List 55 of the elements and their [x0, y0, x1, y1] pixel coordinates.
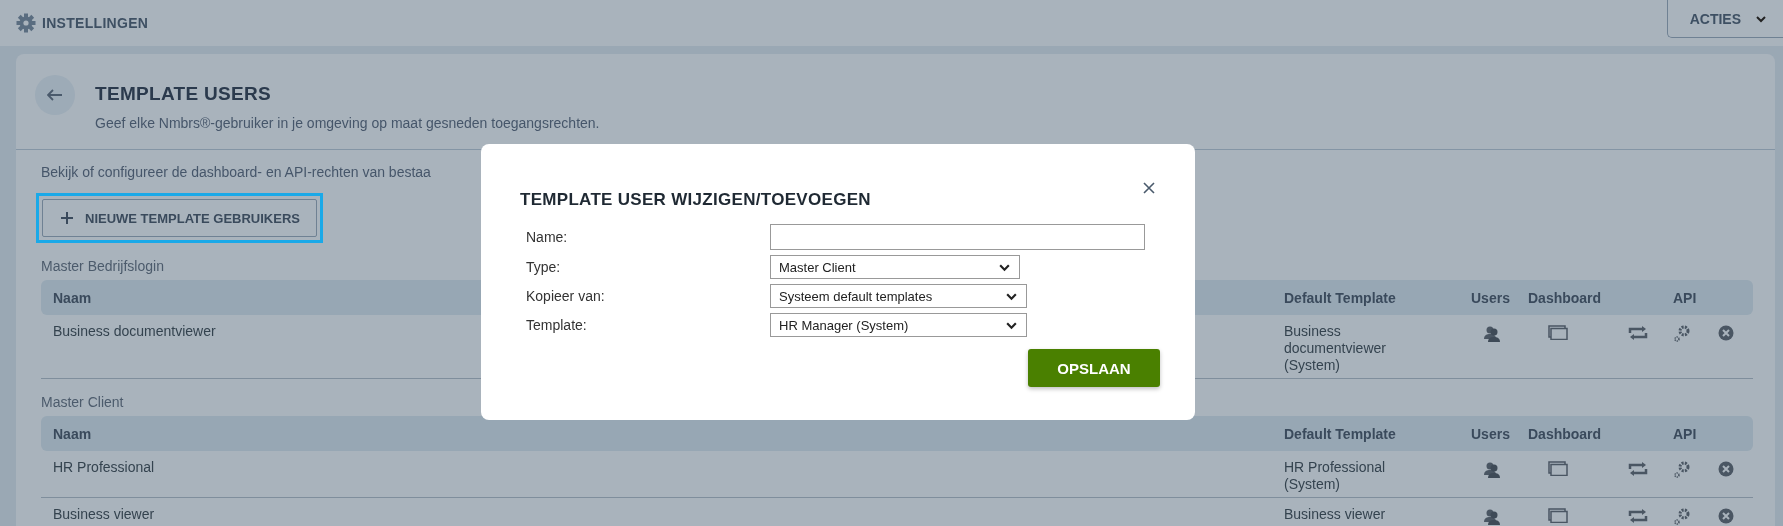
delete-icon[interactable] — [1718, 508, 1734, 524]
back-button[interactable] — [35, 75, 75, 115]
field-label: Name: — [525, 229, 569, 245]
gears-icon[interactable] — [1673, 461, 1691, 479]
users-icon[interactable] — [1483, 461, 1501, 479]
delete-icon[interactable] — [1718, 461, 1734, 477]
gears-icon[interactable] — [1673, 325, 1691, 343]
table-cell: HR Professional — [53, 459, 155, 475]
field-label: Kopieer van: — [525, 288, 606, 304]
windows-icon[interactable] — [1548, 508, 1568, 523]
windows-icon[interactable] — [1548, 325, 1568, 340]
field-label: Type: — [525, 259, 562, 275]
users-icon[interactable] — [1483, 325, 1501, 343]
column-header: Naam — [53, 289, 92, 306]
column-header: Default Template — [1284, 289, 1396, 306]
back-arrow-icon — [47, 89, 63, 101]
dropdown[interactable]: Systeem default templates — [770, 284, 1027, 308]
group-title: Master Client — [41, 394, 124, 410]
dialog-title: TEMPLATE USER WIJZIGEN/TOEVOEGEN — [520, 190, 871, 210]
name-field[interactable] — [770, 224, 1145, 250]
dropdown[interactable]: Master Client — [770, 255, 1020, 279]
repeat-icon[interactable] — [1628, 325, 1648, 341]
close-icon — [1143, 182, 1155, 194]
repeat-icon[interactable] — [1628, 508, 1648, 524]
table-cell: Business viewer — [53, 506, 155, 522]
intro-text: Bekijk of configureer de dashboard- en API-rechten van bestaa — [41, 164, 432, 180]
group-title: Master Bedrijfslogin — [41, 258, 164, 274]
column-header: API — [1673, 289, 1697, 306]
settings-icon — [16, 13, 36, 33]
column-header: Users — [1471, 425, 1510, 442]
column-header: Dashboard — [1528, 425, 1602, 442]
close-button[interactable] — [1143, 182, 1155, 194]
field-label: Template: — [525, 317, 588, 333]
column-header: Dashboard — [1528, 289, 1602, 306]
save-button[interactable]: OPSLAAN — [1028, 349, 1160, 387]
column-header: Users — [1471, 289, 1510, 306]
column-header: API — [1673, 425, 1697, 442]
table-cell: HR Professional (System) — [1284, 459, 1386, 492]
table-cell: Business documentviewer — [53, 323, 216, 339]
new-template-button[interactable]: NIEUWE TEMPLATE GEBRUIKERS — [42, 199, 317, 237]
windows-icon[interactable] — [1548, 461, 1568, 476]
repeat-icon[interactable] — [1628, 461, 1648, 477]
delete-icon[interactable] — [1718, 325, 1734, 341]
column-header: Default Template — [1284, 425, 1396, 442]
gears-icon[interactable] — [1673, 508, 1691, 526]
users-icon[interactable] — [1483, 508, 1501, 526]
table-cell: Business documentviewer (System) — [1284, 323, 1386, 373]
table-cell: Business viewer — [1284, 506, 1386, 522]
actions-button[interactable]: ACTIES — [1666, 0, 1783, 38]
section-description: Geef elke Nmbrs®-gebruiker in je omgeving op maat gesneden toegangsrechten. — [95, 115, 600, 131]
section-title: TEMPLATE USERS — [95, 83, 272, 105]
page-title: INSTELLINGEN — [42, 15, 149, 31]
column-header: Naam — [53, 425, 92, 442]
plus-icon — [61, 212, 73, 224]
dropdown[interactable]: HR Manager (System) — [770, 313, 1027, 337]
